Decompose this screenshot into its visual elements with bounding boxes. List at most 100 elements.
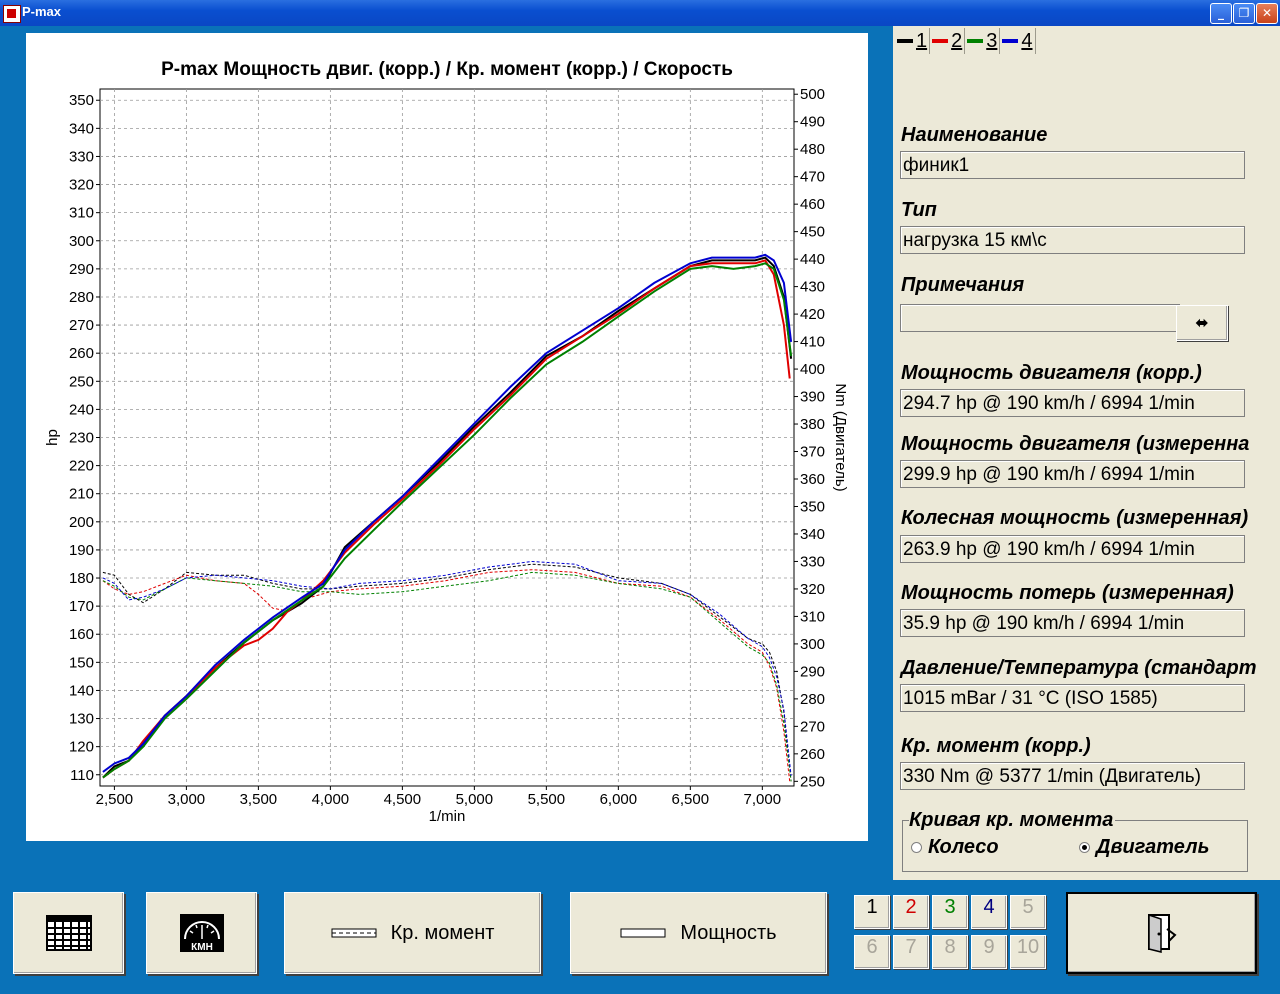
y2-tick-label: 450 xyxy=(800,224,825,241)
y2-tick-label: 490 xyxy=(800,114,825,131)
y2-tick-label: 280 xyxy=(800,691,825,708)
y-tick-label: 120 xyxy=(69,739,94,756)
run-button-1[interactable]: 1 xyxy=(854,895,890,929)
speed-button[interactable]: КМН xyxy=(146,892,257,974)
expand-arrows-button[interactable]: ⬌ xyxy=(1176,305,1228,341)
y-tick-label: 270 xyxy=(69,317,94,334)
run-tab-label: 1 xyxy=(916,29,928,52)
run-tab-label: 2 xyxy=(951,29,963,52)
y2-tick-label: 380 xyxy=(800,416,825,433)
exit-button[interactable] xyxy=(1066,892,1257,974)
run-button-9[interactable]: 9 xyxy=(971,935,1007,969)
double-arrow-icon: ⬌ xyxy=(1195,313,1209,332)
torque-button-label: Кр. момент xyxy=(390,921,495,944)
power-corr-field[interactable]: 294.7 hp @ 190 km/h / 6994 1/min xyxy=(900,389,1245,417)
loss-power-label: Мощность потерь (измеренная) xyxy=(901,582,1234,604)
pressure-temp-label: Давление/Температура (стандарт xyxy=(901,657,1257,679)
speedometer-icon: КМН xyxy=(179,914,224,953)
y2-tick-label: 360 xyxy=(800,471,825,488)
loss-power-field[interactable]: 35.9 hp @ 190 km/h / 6994 1/min xyxy=(900,609,1245,637)
y-tick-label: 340 xyxy=(69,120,94,137)
run-tab-label: 4 xyxy=(1021,29,1033,52)
table-view-button[interactable] xyxy=(13,892,124,974)
y-axis-label: hp xyxy=(44,429,61,446)
chart-title: P-max Мощность двиг. (корр.) / Кр. момен… xyxy=(161,59,733,80)
run-tab-1[interactable]: 1 xyxy=(895,28,931,54)
run-tab-4[interactable]: 4 xyxy=(1000,28,1036,54)
y-tick-label: 290 xyxy=(69,261,94,278)
close-button[interactable]: ✕ xyxy=(1256,3,1278,24)
pressure-temp-field[interactable]: 1015 mBar / 31 °C (ISO 1585) xyxy=(900,684,1245,712)
run-button-8[interactable]: 8 xyxy=(932,935,968,969)
radio-engine-label: Двигатель xyxy=(1096,836,1210,858)
y-tick-label: 260 xyxy=(69,345,94,362)
y-tick-label: 240 xyxy=(69,401,94,418)
y-tick-label: 230 xyxy=(69,430,94,447)
run-button-3[interactable]: 3 xyxy=(932,895,968,929)
run-button-10[interactable]: 10 xyxy=(1010,935,1046,969)
name-field[interactable]: финик1 xyxy=(900,151,1245,179)
wheel-power-field[interactable]: 263.9 hp @ 190 km/h / 6994 1/min xyxy=(900,535,1245,563)
y-tick-label: 280 xyxy=(69,289,94,306)
y2-tick-label: 390 xyxy=(800,389,825,406)
x-tick-label: 4,500 xyxy=(384,791,422,808)
x-tick-label: 3,000 xyxy=(168,791,206,808)
y-tick-label: 130 xyxy=(69,711,94,728)
maximize-button[interactable]: ❐ xyxy=(1233,3,1255,24)
y2-tick-label: 330 xyxy=(800,553,825,570)
type-label: Тип xyxy=(901,199,937,221)
run-button-4[interactable]: 4 xyxy=(971,895,1007,929)
y2-axis-label: Nm (Двигатель) xyxy=(832,383,849,491)
y-tick-label: 200 xyxy=(69,514,94,531)
notes-field[interactable] xyxy=(900,304,1180,332)
y-tick-label: 190 xyxy=(69,542,94,559)
radio-engine[interactable]: Двигатель xyxy=(1079,836,1209,859)
y2-tick-label: 370 xyxy=(800,444,825,461)
run-color-swatch xyxy=(932,39,949,43)
y2-tick-label: 320 xyxy=(800,581,825,598)
exit-door-icon xyxy=(1147,913,1177,953)
y2-tick-label: 420 xyxy=(800,306,825,323)
run-button-2[interactable]: 2 xyxy=(893,895,929,929)
details-panel: 1234 Наименование финик1 Тип нагрузка 15… xyxy=(893,26,1280,880)
y-tick-label: 310 xyxy=(69,205,94,222)
solid-line-icon xyxy=(620,928,666,938)
x-tick-label: 5,500 xyxy=(528,791,566,808)
run-tab-2[interactable]: 2 xyxy=(930,28,966,54)
app-icon xyxy=(3,5,21,23)
power-meas-field[interactable]: 299.9 hp @ 190 km/h / 6994 1/min xyxy=(900,460,1245,488)
y2-tick-label: 250 xyxy=(800,773,825,790)
run-button-6[interactable]: 6 xyxy=(854,935,890,969)
y2-tick-label: 350 xyxy=(800,498,825,515)
y2-tick-label: 460 xyxy=(800,196,825,213)
torque-label: Кр. момент (корр.) xyxy=(901,735,1091,757)
y2-tick-label: 430 xyxy=(800,279,825,296)
y2-tick-label: 260 xyxy=(800,746,825,763)
torque-curve-legend: Кривая кр. момента xyxy=(909,809,1116,832)
run-button-7[interactable]: 7 xyxy=(893,935,929,969)
name-label: Наименование xyxy=(901,124,1048,146)
run-tab-label: 3 xyxy=(986,29,998,52)
radio-wheel-dot[interactable] xyxy=(911,842,922,853)
radio-wheel[interactable]: Колесо xyxy=(911,836,999,859)
run-tabs: 1234 xyxy=(895,28,1036,56)
run-tab-3[interactable]: 3 xyxy=(965,28,1001,54)
y-tick-label: 330 xyxy=(69,148,94,165)
y-tick-label: 220 xyxy=(69,458,94,475)
x-tick-label: 4,000 xyxy=(312,791,350,808)
y-tick-label: 350 xyxy=(69,92,94,109)
y2-tick-label: 470 xyxy=(800,169,825,186)
y2-tick-label: 300 xyxy=(800,636,825,653)
power-toggle-button[interactable]: Мощность xyxy=(570,892,827,974)
radio-engine-dot[interactable] xyxy=(1079,842,1090,853)
torque-field[interactable]: 330 Nm @ 5377 1/min (Двигатель) xyxy=(900,762,1245,790)
minimize-button[interactable]: _ xyxy=(1210,3,1232,24)
type-field[interactable]: нагрузка 15 км\с xyxy=(900,226,1245,254)
dyno-chart: 110 120 130 140 150 160 170 180 190 200 210 220 230 2… xyxy=(44,59,849,825)
run-button-5[interactable]: 5 xyxy=(1010,895,1046,929)
torque-toggle-button[interactable]: Кр. момент xyxy=(284,892,541,974)
x-tick-label: 5,000 xyxy=(456,791,494,808)
power-button-label: Мощность xyxy=(680,921,777,944)
y2-tick-label: 400 xyxy=(800,361,825,378)
y-tick-label: 300 xyxy=(69,233,94,250)
